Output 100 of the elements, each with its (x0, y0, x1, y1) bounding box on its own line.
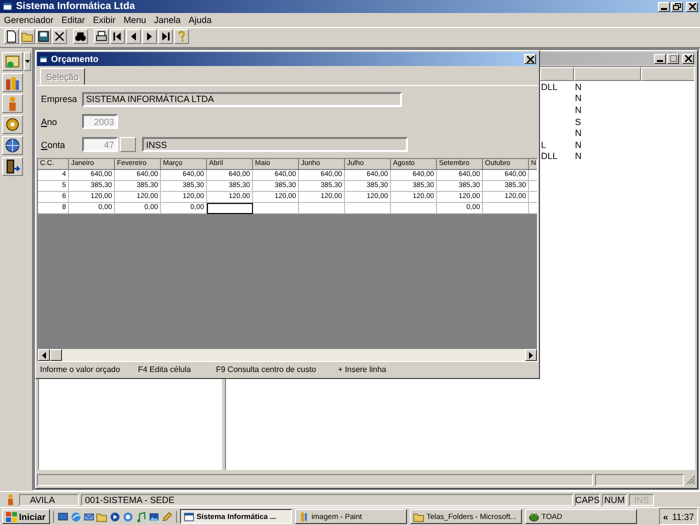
cell-editor[interactable] (207, 203, 253, 214)
app-window-icon (182, 510, 195, 522)
show-icons-button[interactable]: « (663, 512, 668, 522)
left-arrow-icon (42, 352, 46, 358)
status-text: + Insere linha (338, 365, 386, 374)
folder-icon (21, 30, 34, 43)
side-toolbar-button[interactable] (2, 136, 23, 155)
window-title: Orçamento (51, 54, 99, 64)
quick-launch-button[interactable] (96, 510, 108, 522)
status-text: Informe o valor orçado (40, 365, 122, 374)
toolbar-button[interactable] (94, 29, 109, 44)
toad-icon (528, 510, 540, 522)
table-cell: L (541, 140, 546, 150)
toolbar-button[interactable] (142, 29, 157, 44)
printer-icon (95, 30, 108, 43)
quick-launch-button[interactable] (160, 510, 173, 522)
quick-launch-button[interactable] (56, 510, 69, 522)
binoculars-icon (74, 30, 87, 43)
table-cell: N (575, 140, 582, 150)
play-icon (108, 510, 121, 522)
toolbar-button[interactable] (36, 29, 51, 44)
quick-launch-button[interactable] (82, 510, 95, 522)
table-cell: N (575, 151, 582, 162)
caret-icon (25, 60, 30, 63)
table-cell: N (575, 128, 582, 138)
wizard-icon (4, 53, 21, 70)
status-text: F4 Edita célula (138, 365, 192, 374)
close-button[interactable] (524, 54, 536, 64)
right-arrow-icon (529, 352, 533, 358)
start-button[interactable]: Iniciar (2, 509, 50, 524)
quick-launch-button[interactable] (148, 510, 160, 522)
delete-icon (53, 30, 66, 43)
maximize-icon (670, 55, 676, 62)
new-file-icon (5, 30, 18, 43)
company-panel: 001-SISTEMA - SEDE (81, 494, 573, 506)
music-icon (134, 510, 147, 522)
browser-icon (70, 510, 82, 522)
restore-button[interactable] (671, 2, 683, 12)
menu-item[interactable]: Menu (124, 15, 146, 25)
dropdown-button[interactable] (24, 52, 31, 71)
account-description-field: INSS (142, 137, 408, 152)
key-indicator: CAPS (575, 494, 600, 506)
column-header[interactable] (641, 67, 694, 81)
key-indicator: NUM (602, 494, 627, 506)
scroll-right-button[interactable] (525, 349, 537, 361)
menu-item[interactable]: Janela (154, 15, 181, 25)
app-window-icon (39, 54, 48, 64)
toolbar-button[interactable] (73, 29, 88, 44)
resize-grip-icon (686, 474, 696, 484)
toolbar-button[interactable] (126, 29, 141, 44)
close-button[interactable] (686, 2, 698, 12)
table-cell: N (575, 93, 582, 104)
toolbar-button[interactable] (110, 29, 125, 44)
minimize-button[interactable] (658, 2, 670, 12)
scroll-thumb[interactable] (50, 349, 62, 361)
quick-launch-button[interactable] (108, 510, 121, 522)
column-header[interactable] (540, 67, 574, 81)
table-cell: N (575, 82, 582, 92)
quick-launch-button[interactable] (70, 510, 82, 522)
column-header[interactable] (574, 67, 641, 81)
scroll-left-button[interactable] (38, 349, 50, 361)
menu-item[interactable]: Ajuda (188, 15, 212, 25)
restore-icon (673, 3, 681, 10)
toolbar-button[interactable] (4, 29, 19, 44)
desktop-icon (56, 510, 69, 522)
toolbar-button[interactable] (52, 29, 67, 44)
table-cell: DLL (541, 82, 558, 92)
app-window-icon (2, 1, 13, 12)
status-text: F9 Consulta centro de custo (216, 365, 318, 374)
company-field[interactable]: SISTEMA INFORMÁTICA LTDA (82, 92, 402, 107)
save-icon (37, 30, 50, 43)
first-record-icon (111, 30, 124, 43)
people-icon (4, 74, 21, 91)
lookup-button[interactable] (120, 137, 136, 152)
field-label: Empresa (41, 94, 78, 104)
side-toolbar-button[interactable] (2, 157, 23, 176)
menu-item[interactable]: Gerenciador (4, 15, 54, 25)
user-panel: AVILA (19, 494, 79, 506)
pencil-icon (160, 510, 173, 522)
exit-door-icon (4, 158, 21, 175)
menu-item[interactable]: Exibir (93, 15, 116, 25)
gear-icon (4, 116, 21, 133)
close-icon (688, 3, 696, 10)
close-icon (684, 55, 692, 62)
help-icon (175, 30, 188, 43)
toolbar-button[interactable] (158, 29, 173, 44)
field-label: Conta (41, 140, 66, 150)
quick-launch-button[interactable] (122, 510, 134, 522)
windows-logo-icon (6, 512, 17, 522)
side-toolbar-button[interactable] (2, 115, 23, 134)
window-title: Sistema Informática Ltda (16, 1, 135, 12)
menu-item[interactable]: Editar (62, 15, 86, 25)
table-cell: DLL (541, 151, 558, 162)
field-label: Ano (41, 116, 58, 127)
table-cell: N (575, 104, 582, 115)
search-icon (122, 510, 134, 522)
horizontal-scrollbar[interactable] (38, 349, 537, 361)
globe-icon (4, 137, 21, 154)
table-cell: S (575, 116, 582, 127)
clock: 11:37 (672, 512, 694, 522)
